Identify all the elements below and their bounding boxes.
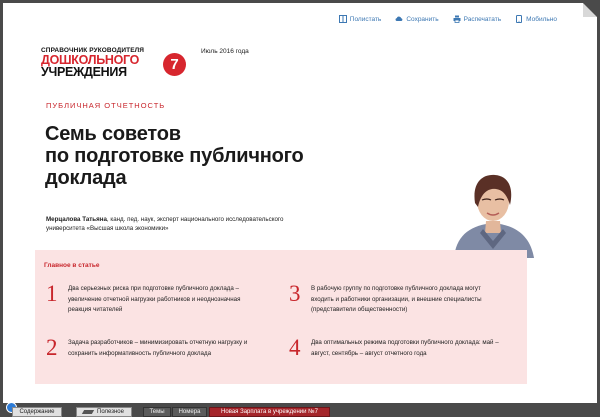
- article-summary-box: Главное в статье 1 Два серьезных риска п…: [35, 250, 527, 384]
- print-icon: [453, 15, 461, 23]
- magazine-logo[interactable]: СПРАВОЧНИК РУКОВОДИТЕЛЯ ДОШКОЛЬНОГО УЧРЕ…: [41, 47, 186, 79]
- title-line-1: Семь советов: [45, 123, 181, 145]
- save-cloud-icon: [395, 15, 403, 23]
- useful-tab-icon: [81, 410, 95, 414]
- browse-label: Полистать: [349, 15, 382, 23]
- author-desc-1: , канд. пед. наук, эксперт национального…: [106, 216, 284, 223]
- author-info: Мерцалова Татьяна, канд. пед. наук, эксп…: [46, 215, 346, 233]
- title-line-3: доклада: [45, 167, 127, 189]
- page-corner-fold: [583, 3, 597, 17]
- save-label: Сохранить: [406, 15, 439, 23]
- summary-item-number: 3: [289, 281, 301, 306]
- summary-item-text: В рабочую группу по подготовке публичног…: [311, 285, 482, 313]
- issues-tab[interactable]: Номера: [172, 407, 207, 417]
- useful-tab-label: Полезное: [97, 409, 124, 415]
- browse-icon: [338, 15, 347, 23]
- save-button[interactable]: Сохранить: [395, 15, 439, 23]
- author-photo: [454, 174, 534, 258]
- top-toolbar: Полистать Сохранить Распечатать Мобильно: [338, 15, 557, 23]
- logo-line-3: УЧРЕЖДЕНИЯ: [41, 65, 127, 79]
- contents-tab[interactable]: Содержание: [12, 407, 62, 417]
- print-label: Распечатать: [463, 15, 502, 23]
- print-button[interactable]: Распечатать: [453, 15, 502, 23]
- summary-title: Главное в статье: [44, 262, 100, 269]
- browse-button[interactable]: Полистать: [338, 15, 382, 23]
- summary-item-text: Задача разработчиков – минимизировать от…: [68, 339, 248, 357]
- topics-tab[interactable]: Темы: [143, 407, 171, 417]
- promo-tab[interactable]: Новая Зарплата в учреждении №7: [209, 407, 330, 417]
- issue-date: Июль 2016 года: [201, 48, 249, 55]
- useful-tab[interactable]: Полезное: [76, 407, 132, 417]
- summary-item-number: 2: [46, 335, 58, 360]
- summary-item-text: Два оптимальных режима подготовки публич…: [311, 339, 499, 357]
- author-desc-2: университета «Высшая школа экономики»: [46, 225, 169, 232]
- bottom-nav-bar: Содержание Полезное Темы Номера Новая За…: [0, 402, 600, 417]
- summary-item-text: Два серьезных риска при подготовке публи…: [68, 285, 241, 313]
- issue-number-badge: 7: [163, 53, 186, 76]
- section-label: ПУБЛИЧНАЯ ОТЧЕТНОСТЬ: [46, 101, 166, 110]
- mobile-icon: [515, 15, 523, 23]
- title-line-2: по подготовке публичного: [45, 145, 304, 167]
- mobile-label: Мобильно: [526, 15, 557, 23]
- article-title: Семь советов по подготовке публичного до…: [45, 123, 304, 189]
- author-name: Мерцалова Татьяна: [46, 216, 107, 223]
- summary-item-number: 1: [46, 281, 58, 306]
- mobile-button[interactable]: Мобильно: [515, 15, 557, 23]
- summary-item-number: 4: [289, 335, 301, 360]
